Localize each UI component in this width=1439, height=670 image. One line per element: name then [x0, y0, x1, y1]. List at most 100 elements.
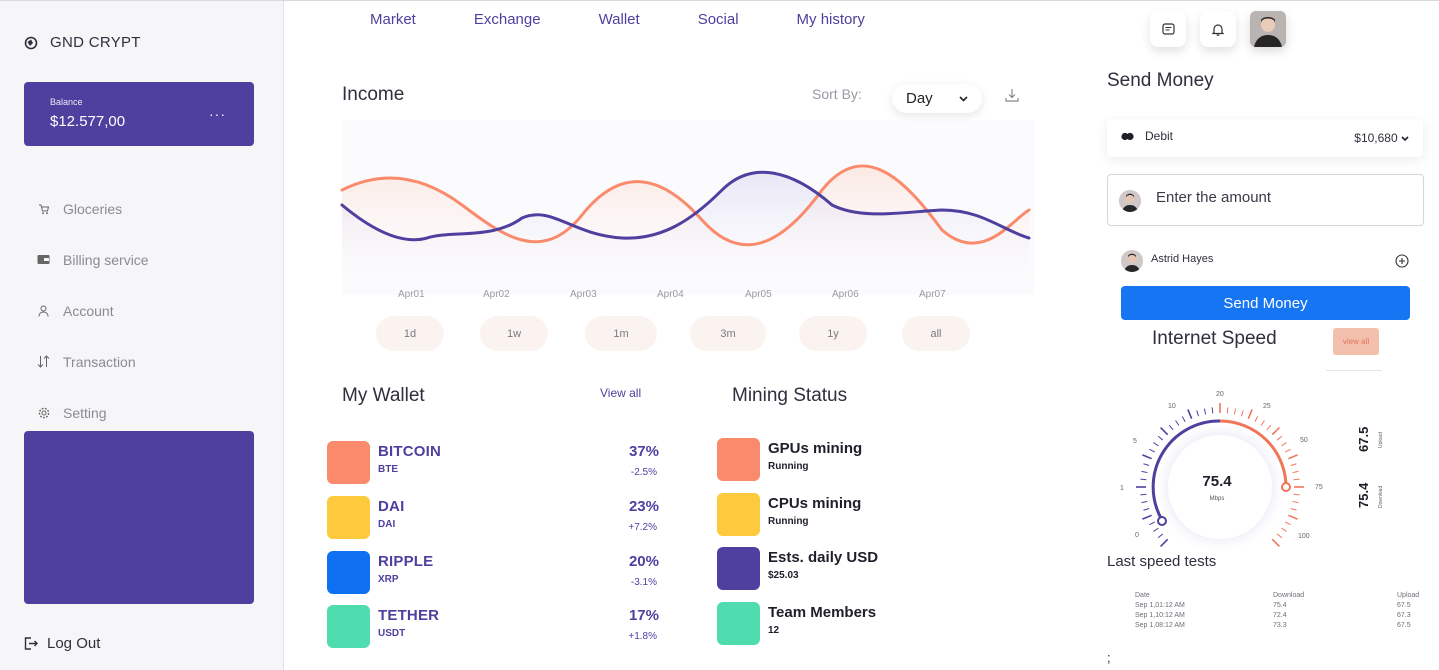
card-selector[interactable]: Debit $10,680: [1107, 119, 1423, 157]
sidebar-item-billing[interactable]: Billing service: [36, 234, 149, 285]
column-header: Upload: [1397, 591, 1420, 599]
messages-button[interactable]: [1150, 11, 1186, 47]
coin-symbol: USDT: [378, 628, 406, 639]
top-nav: Market Exchange Wallet Social My history: [370, 11, 923, 28]
user-avatar[interactable]: [1250, 11, 1286, 47]
cell-date: Sep 1,10:12 AM: [1135, 611, 1185, 619]
add-recipient-button[interactable]: [1395, 254, 1409, 273]
sender-avatar: [1119, 190, 1141, 212]
range-all-button[interactable]: all: [902, 316, 970, 351]
card-icon: [1121, 132, 1134, 141]
brand[interactable]: GND CRYPT: [24, 34, 141, 51]
amount-input[interactable]: [1156, 189, 1406, 206]
gauge-tick: [1271, 427, 1280, 436]
mining-name: Ests. daily USD: [768, 549, 879, 566]
card-amount-value: $10,680: [1354, 131, 1398, 145]
sidebar-item-transaction[interactable]: Transaction: [36, 336, 149, 387]
balance-card[interactable]: Balance $12.577,00 ···: [24, 82, 254, 146]
notifications-button[interactable]: [1200, 11, 1236, 47]
x-tick-label: Apr03: [570, 289, 597, 300]
sidebar-item-account[interactable]: Account: [36, 285, 149, 336]
coin-name: BITCOIN: [378, 443, 442, 460]
gauge-end-knob: [1281, 482, 1291, 492]
gauge-tick: [1143, 508, 1150, 511]
gauge-tick: [1168, 424, 1174, 431]
gauge-tick: [1290, 508, 1297, 511]
arrows-icon: [36, 354, 51, 369]
gauge-tick: [1285, 521, 1291, 526]
income-chart-svg: Apr01 Apr02 Apr03 Apr04 Apr05 Apr06 Apr0…: [340, 120, 1035, 300]
wallet-item-bitcoin[interactable]: BITCOIN BTE 37% -2.5%: [327, 441, 662, 485]
speed-view-all-button[interactable]: view all: [1333, 328, 1379, 355]
tab-social[interactable]: Social: [698, 11, 739, 28]
wallet-item-ripple[interactable]: RIPPLE XRP 20% -3.1%: [327, 551, 662, 595]
coin-change: +1.8%: [628, 631, 657, 642]
gauge-tick: [1241, 410, 1244, 417]
cell-upload: 67.5: [1397, 621, 1411, 629]
sidebar-item-label: Transaction: [63, 353, 136, 370]
tab-exchange[interactable]: Exchange: [474, 11, 541, 28]
amount-field[interactable]: [1107, 174, 1424, 226]
wallet-item-dai[interactable]: DAI DAI 23% +7.2%: [327, 496, 662, 540]
gauge-tick: [1292, 470, 1299, 474]
mining-sub: Running: [768, 516, 809, 527]
coin-swatch: [327, 496, 370, 539]
wallet-item-tether[interactable]: TETHER USDT 17% +1.8%: [327, 605, 662, 649]
mining-sub: $25.03: [768, 570, 799, 581]
logout-button[interactable]: Log Out: [24, 635, 100, 652]
tab-my-history[interactable]: My history: [797, 11, 865, 28]
table-row: Sep 1,08:12 AM 73.3 67.5: [1135, 620, 1425, 630]
gauge-tick: [1160, 427, 1169, 436]
range-1y-button[interactable]: 1y: [799, 316, 867, 351]
gauge-tick: [1293, 478, 1300, 481]
mining-swatch: [717, 438, 760, 481]
gauge-tick: [1266, 424, 1272, 431]
recipient-name[interactable]: Astrid Hayes: [1151, 253, 1213, 265]
gauge-tick: [1140, 493, 1147, 496]
gauge-tick: [1276, 435, 1283, 441]
gauge-tick: [1292, 500, 1299, 504]
cell-date: Sep 1,08:12 AM: [1135, 621, 1185, 629]
chevron-down-icon: [959, 95, 968, 102]
coin-swatch: [327, 605, 370, 648]
range-selector: 1d 1w 1m 3m 1y all: [376, 316, 976, 351]
sort-select[interactable]: Day: [892, 84, 982, 113]
gauge-value: 75.4: [1202, 473, 1232, 490]
gauge-tick-label: 10: [1168, 403, 1176, 410]
tab-market[interactable]: Market: [370, 11, 416, 28]
chevron-down-icon: [1401, 136, 1409, 142]
x-tick-label: Apr07: [919, 289, 946, 300]
range-1d-button[interactable]: 1d: [376, 316, 444, 351]
coin-percent: 20%: [628, 553, 659, 570]
sidebar-item-label: Account: [63, 302, 114, 319]
gauge-tick: [1233, 408, 1237, 415]
gauge-tick-label: 50: [1300, 437, 1308, 444]
income-title: Income: [342, 84, 405, 105]
x-tick-label: Apr04: [657, 289, 684, 300]
wallet-view-all-link[interactable]: View all: [600, 386, 641, 400]
upload-label: Upload: [1378, 432, 1384, 448]
range-3m-button[interactable]: 3m: [690, 316, 766, 351]
balance-amount: $12.577,00: [50, 113, 126, 130]
tab-wallet[interactable]: Wallet: [599, 11, 640, 28]
mining-item-daily-usd: Ests. daily USD $25.03: [717, 547, 917, 591]
more-icon[interactable]: ···: [209, 106, 226, 122]
mining-sub: 12: [768, 625, 780, 636]
gauge-tick: [1226, 407, 1229, 414]
coin-change: -2.5%: [630, 467, 657, 478]
x-tick-label: Apr01: [398, 289, 425, 300]
mining-name: Team Members: [768, 604, 877, 621]
last-speed-tests-title: Last speed tests: [1107, 553, 1217, 570]
range-1w-button[interactable]: 1w: [480, 316, 548, 351]
range-1m-button[interactable]: 1m: [585, 316, 657, 351]
sidebar-item-gloceries[interactable]: Gloceries: [36, 183, 149, 234]
gauge-tick: [1285, 448, 1291, 453]
gauge-tick: [1141, 470, 1148, 474]
cell-download: 72.4: [1273, 611, 1287, 619]
mining-sub: Running: [768, 461, 809, 472]
sidebar-nav: Gloceries Billing service Account Transa…: [36, 183, 149, 438]
gauge-tick: [1290, 463, 1297, 466]
send-money-button[interactable]: Send Money: [1121, 286, 1410, 320]
internet-speed-title: Internet Speed: [1152, 328, 1277, 349]
download-button[interactable]: [1004, 87, 1020, 108]
